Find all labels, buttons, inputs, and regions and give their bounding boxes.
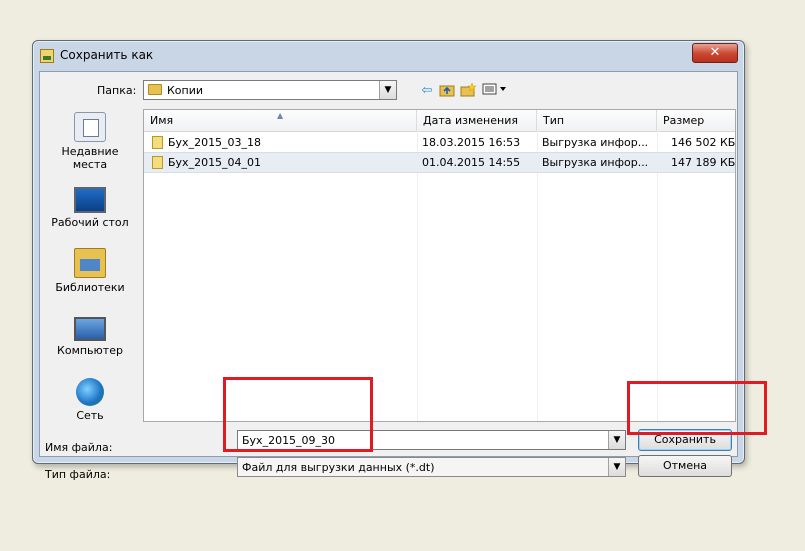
cancel-button[interactable]: Отмена	[638, 455, 732, 477]
folder-dropdown[interactable]: Копии ▼	[143, 80, 397, 100]
computer-icon	[74, 317, 106, 341]
column-divider	[417, 131, 418, 421]
column-divider	[537, 131, 538, 421]
place-label: Рабочий стол	[51, 216, 129, 229]
folder-current: Копии	[167, 84, 204, 97]
file-row-selected[interactable]: Бух_2015_04_01 01.04.2015 14:55 Выгрузка…	[144, 152, 735, 173]
sort-ascending-icon: ▲	[277, 111, 284, 120]
filename-label: Имя файла:	[45, 441, 113, 454]
place-label-2: места	[72, 158, 108, 171]
file-type: Выгрузка инфор...	[542, 136, 649, 149]
desktop-icon	[74, 187, 106, 213]
place-network[interactable]: Сеть	[42, 378, 138, 422]
save-button[interactable]: Сохранить	[638, 429, 732, 451]
places-bar: Недавние места Рабочий стол Библиотеки К…	[42, 108, 138, 448]
save-as-dialog: Сохранить как ✕ Папка: Копии ▼ ⇦ Недавни	[32, 40, 745, 481]
close-button[interactable]: ✕	[692, 43, 738, 63]
filename-input[interactable]: Бух_2015_09_30 ▼	[237, 430, 626, 450]
folder-icon	[148, 84, 162, 95]
app-icon	[40, 49, 54, 63]
chevron-down-icon[interactable]: ▼	[379, 81, 396, 99]
view-menu-icon[interactable]	[481, 83, 509, 99]
place-label: Недавние	[61, 145, 119, 158]
file-size: 147 189 КБ	[671, 156, 736, 169]
filename-value[interactable]: Бух_2015_09_30	[242, 434, 335, 447]
place-label: Библиотеки	[55, 281, 125, 294]
file-date: 18.03.2015 16:53	[422, 136, 521, 149]
chevron-down-icon[interactable]: ▼	[608, 431, 625, 449]
file-row[interactable]: Бух_2015_03_18 18.03.2015 16:53 Выгрузка…	[144, 133, 735, 152]
file-icon	[152, 136, 163, 149]
file-size: 146 502 КБ	[671, 136, 736, 149]
network-icon	[76, 378, 104, 406]
filetype-select[interactable]: Файл для выгрузки данных (*.dt) ▼	[237, 457, 626, 477]
file-icon	[152, 156, 163, 169]
dialog-body: Папка: Копии ▼ ⇦ Недавние места Рабочий …	[39, 71, 738, 481]
column-divider	[657, 131, 658, 421]
column-name[interactable]: ▲ Имя	[144, 110, 417, 131]
file-list-header: ▲ Имя Дата изменения Тип Размер	[144, 110, 735, 132]
place-label: Сеть	[76, 409, 104, 422]
recent-places-icon	[74, 112, 106, 142]
file-type: Выгрузка инфор...	[542, 156, 649, 169]
column-date[interactable]: Дата изменения	[417, 110, 537, 131]
chevron-down-icon[interactable]: ▼	[608, 458, 625, 476]
up-folder-icon[interactable]	[438, 83, 456, 99]
window-title: Сохранить как	[60, 48, 154, 62]
place-computer[interactable]: Компьютер	[42, 314, 138, 357]
folder-label: Папка:	[97, 84, 137, 97]
place-desktop[interactable]: Рабочий стол	[42, 185, 138, 229]
place-recent[interactable]: Недавние места	[42, 112, 138, 171]
filetype-value: Файл для выгрузки данных (*.dt)	[242, 461, 435, 474]
column-size[interactable]: Размер	[657, 110, 735, 131]
new-folder-icon[interactable]	[459, 82, 477, 99]
file-list[interactable]: ▲ Имя Дата изменения Тип Размер Бух_2015…	[143, 109, 736, 422]
place-label: Компьютер	[57, 344, 123, 357]
back-arrow-icon[interactable]: ⇦	[418, 83, 436, 99]
file-date: 01.04.2015 14:55	[422, 156, 521, 169]
place-libraries[interactable]: Библиотеки	[42, 248, 138, 294]
libraries-icon	[74, 248, 106, 278]
title-bar[interactable]: Сохранить как ✕	[33, 41, 744, 71]
column-type[interactable]: Тип	[537, 110, 657, 131]
file-name: Бух_2015_04_01	[168, 156, 262, 169]
file-name: Бух_2015_03_18	[168, 136, 262, 149]
filetype-label: Тип файла:	[45, 468, 111, 481]
